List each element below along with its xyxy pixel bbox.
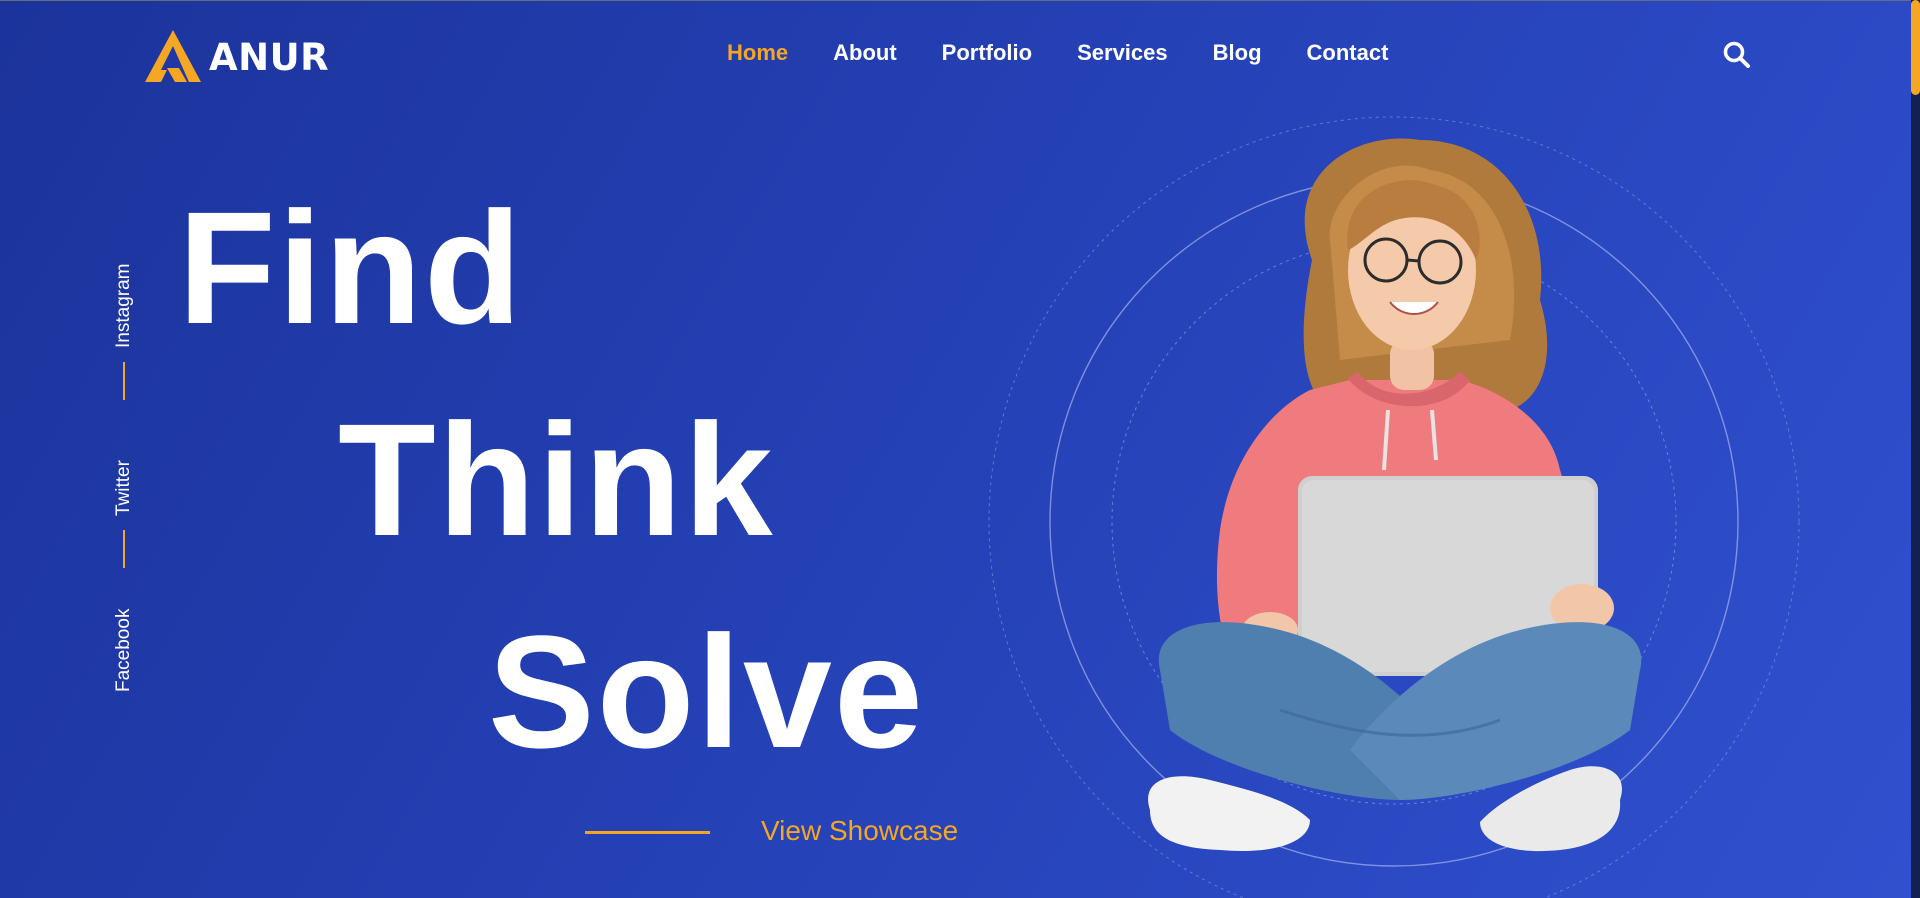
hero-line-find: Find xyxy=(178,178,524,357)
social-twitter-label: Twitter xyxy=(113,460,134,516)
social-instagram-label: Instagram xyxy=(113,263,134,348)
scrollbar-thumb[interactable] xyxy=(1911,0,1920,95)
logo[interactable]: ANUR xyxy=(143,28,329,86)
social-facebook-label: Facebook xyxy=(113,608,134,692)
hero-line-solve: Solve xyxy=(488,602,925,781)
nav-services[interactable]: Services xyxy=(1077,40,1168,66)
top-border xyxy=(0,0,1920,1)
view-showcase-link[interactable]: View Showcase xyxy=(761,815,958,847)
search-icon[interactable] xyxy=(1722,40,1752,70)
main-nav: Home About Portfolio Services Blog Conta… xyxy=(727,40,1388,66)
logo-mark-icon xyxy=(145,30,201,82)
hero-illustration xyxy=(988,116,1800,898)
nav-contact[interactable]: Contact xyxy=(1307,40,1389,66)
social-facebook[interactable]: Facebook xyxy=(113,609,135,692)
nav-portfolio[interactable]: Portfolio xyxy=(942,40,1032,66)
social-twitter[interactable]: Twitter xyxy=(113,460,135,568)
nav-blog[interactable]: Blog xyxy=(1213,40,1262,66)
nav-about[interactable]: About xyxy=(833,40,897,66)
brand-name: ANUR xyxy=(209,35,330,79)
social-divider xyxy=(123,362,125,400)
cta-divider xyxy=(585,831,710,834)
scrollbar-track[interactable] xyxy=(1911,0,1920,898)
social-divider xyxy=(123,530,125,568)
social-instagram[interactable]: Instagram xyxy=(113,264,135,400)
hero-line-think: Think xyxy=(338,390,775,569)
nav-home[interactable]: Home xyxy=(727,40,788,66)
